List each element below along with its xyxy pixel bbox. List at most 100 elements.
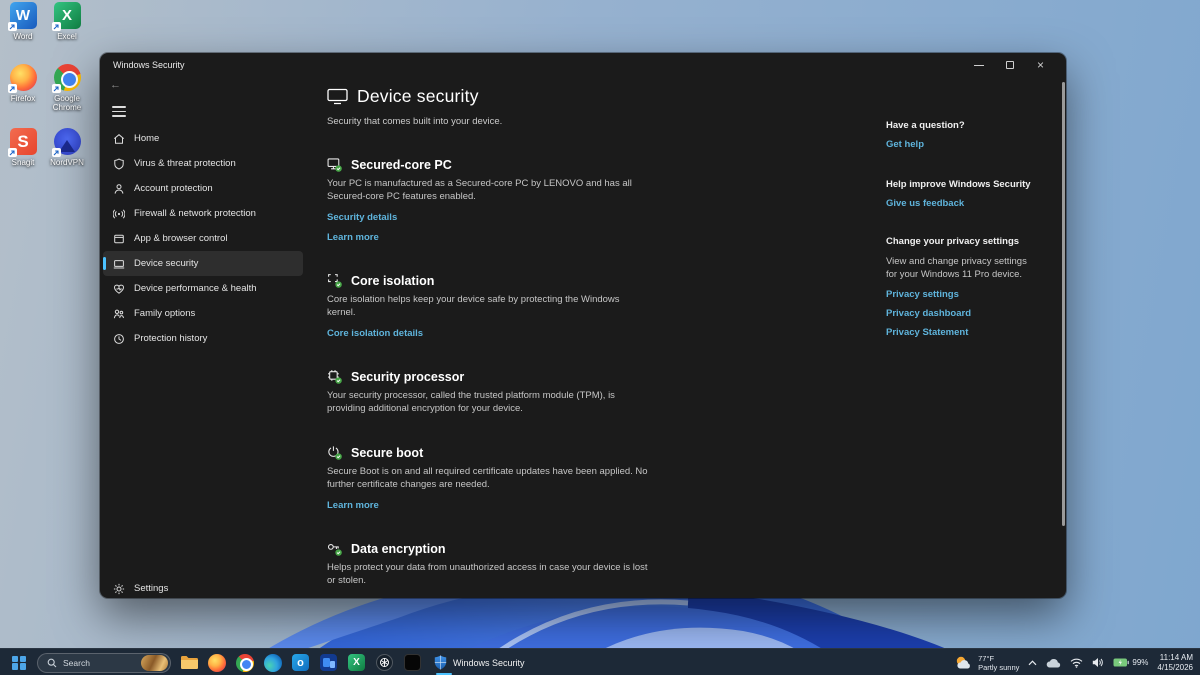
sidebar-item-app-browser-control[interactable]: App & browser control: [103, 226, 303, 251]
desktop-icon-firefox[interactable]: Firefox: [0, 64, 46, 103]
sidebar-item-firewall-network-protection[interactable]: Firewall & network protection: [103, 201, 303, 226]
desktop-icon-label: Excel: [44, 32, 90, 41]
battery-percent: 99%: [1132, 658, 1148, 667]
desktop-icon-nordvpn[interactable]: NordVPN: [44, 128, 90, 167]
section-description: Helps protect your data from unauthorize…: [327, 562, 649, 587]
laptop-icon: [113, 258, 125, 270]
shortcut-arrow-icon: [8, 84, 17, 93]
chevron-up-icon: [1028, 660, 1037, 666]
sidebar-item-home[interactable]: Home: [103, 126, 303, 151]
sidebar-item-label: Settings: [134, 583, 168, 594]
vertical-scrollbar[interactable]: [1062, 82, 1065, 526]
section-title: Data encryption: [351, 542, 445, 556]
help-aside: Have a question? Get help Help improve W…: [886, 120, 1036, 338]
section-description: Your security processor, called the trus…: [327, 390, 649, 415]
onedrive-tray-icon[interactable]: [1046, 658, 1061, 668]
maximize-icon: [1006, 61, 1014, 69]
give-feedback-link[interactable]: Give us feedback: [886, 198, 964, 209]
page-title: Device security: [357, 86, 479, 107]
taskbar-firefox-icon[interactable]: [206, 652, 227, 673]
desktop-icon-label: Snagit: [0, 158, 46, 167]
window-controls: ×: [963, 53, 1056, 77]
back-button[interactable]: ←: [110, 79, 121, 91]
speaker-icon: [1092, 657, 1104, 668]
security-processor-icon: [327, 369, 342, 384]
desktop-icon-label: NordVPN: [44, 158, 90, 167]
shortcut-arrow-icon: [52, 84, 61, 93]
heart-health-icon: [113, 283, 125, 295]
taskbar-chatgpt-icon[interactable]: [374, 652, 395, 673]
partly-sunny-icon: [954, 655, 973, 671]
section-secure-boot: Secure boot Secure Boot is on and all re…: [327, 445, 649, 511]
wifi-icon: [1070, 658, 1083, 668]
section-description: Your PC is manufactured as a Secured-cor…: [327, 178, 649, 203]
page-header: Device security: [327, 86, 649, 107]
maximize-button[interactable]: [994, 54, 1025, 76]
weather-widget[interactable]: 77°FPartly sunny: [954, 654, 1019, 672]
windows-logo-icon: [12, 656, 26, 670]
learn-more-link[interactable]: Learn more: [327, 500, 379, 511]
taskbar-black-app-icon[interactable]: [402, 652, 423, 673]
hidden-icons-chevron[interactable]: [1028, 660, 1037, 666]
privacy-statement-link[interactable]: Privacy Statement: [886, 327, 968, 338]
minimize-button[interactable]: [963, 54, 994, 76]
learn-more-link[interactable]: Learn more: [327, 232, 379, 243]
tray-date: 4/15/2026: [1157, 663, 1193, 673]
section-description: Secure Boot is on and all required certi…: [327, 466, 649, 491]
tray-time: 11:14 AM: [1157, 653, 1193, 663]
shortcut-arrow-icon: [52, 22, 61, 31]
clock-widget[interactable]: 11:14 AM 4/15/2026: [1157, 653, 1193, 673]
sidebar-item-protection-history[interactable]: Protection history: [103, 326, 303, 351]
section-title: Security processor: [351, 370, 464, 384]
taskbar-edge-icon[interactable]: [262, 652, 283, 673]
cloud-icon: [1046, 658, 1061, 668]
windows-security-window: Windows Security × ← Home Virus & threat…: [100, 53, 1066, 598]
shield-icon: [113, 158, 125, 170]
secured-core-pc-icon: [327, 157, 342, 172]
battery-tray-icon[interactable]: 99%: [1113, 658, 1148, 667]
page-subtitle: Security that comes built into your devi…: [327, 116, 649, 127]
desktop-icon-word[interactable]: W Word: [0, 2, 46, 41]
sidebar-item-family-options[interactable]: Family options: [103, 301, 303, 326]
desktop: W Word X Excel Firefox Google Chrome S S…: [0, 0, 1200, 675]
weather-temperature: 77°F: [978, 654, 1019, 663]
volume-tray-icon[interactable]: [1092, 657, 1104, 668]
taskbar-excel-icon[interactable]: X: [346, 652, 367, 673]
data-encryption-icon: [327, 541, 342, 556]
desktop-icon-chrome[interactable]: Google Chrome: [44, 64, 90, 112]
search-box[interactable]: Search: [37, 653, 171, 673]
core-isolation-details-link[interactable]: Core isolation details: [327, 328, 423, 339]
section-core-isolation: Core isolation Core isolation helps keep…: [327, 273, 649, 339]
sidebar-item-label: Device security: [134, 258, 198, 269]
section-data-encryption: Data encryption Helps protect your data …: [327, 541, 649, 587]
desktop-icon-snagit[interactable]: S Snagit: [0, 128, 46, 167]
privacy-settings-link[interactable]: Privacy settings: [886, 289, 959, 300]
device-security-icon: [327, 88, 348, 105]
search-icon: [47, 658, 57, 668]
core-isolation-icon: [327, 273, 342, 288]
privacy-heading: Change your privacy settings: [886, 236, 1036, 247]
wifi-tray-icon[interactable]: [1070, 658, 1083, 668]
sidebar-settings: Settings: [103, 576, 303, 598]
security-details-link[interactable]: Security details: [327, 212, 397, 223]
close-button[interactable]: ×: [1025, 54, 1056, 76]
sidebar-item-settings[interactable]: Settings: [103, 576, 303, 598]
desktop-icon-label: Firefox: [0, 94, 46, 103]
sidebar-item-account-protection[interactable]: Account protection: [103, 176, 303, 201]
privacy-dashboard-link[interactable]: Privacy dashboard: [886, 308, 971, 319]
taskbar-chrome-icon[interactable]: [234, 652, 255, 673]
sidebar-item-virus-threat-protection[interactable]: Virus & threat protection: [103, 151, 303, 176]
sidebar-item-device-performance-health[interactable]: Device performance & health: [103, 276, 303, 301]
sidebar-item-device-security[interactable]: Device security: [103, 251, 303, 276]
sidebar-item-label: Home: [134, 133, 159, 144]
taskbar-phone-link-icon[interactable]: [318, 652, 339, 673]
section-title: Secured-core PC: [351, 158, 452, 172]
taskbar-windows-security-app[interactable]: Windows Security: [430, 649, 529, 675]
get-help-link[interactable]: Get help: [886, 139, 924, 150]
taskbar-outlook-icon[interactable]: [290, 652, 311, 673]
question-heading: Have a question?: [886, 120, 1036, 131]
desktop-icon-excel[interactable]: X Excel: [44, 2, 90, 41]
taskbar-file-explorer-icon[interactable]: [178, 652, 199, 673]
menu-button[interactable]: [112, 106, 126, 117]
start-button[interactable]: [8, 652, 30, 674]
